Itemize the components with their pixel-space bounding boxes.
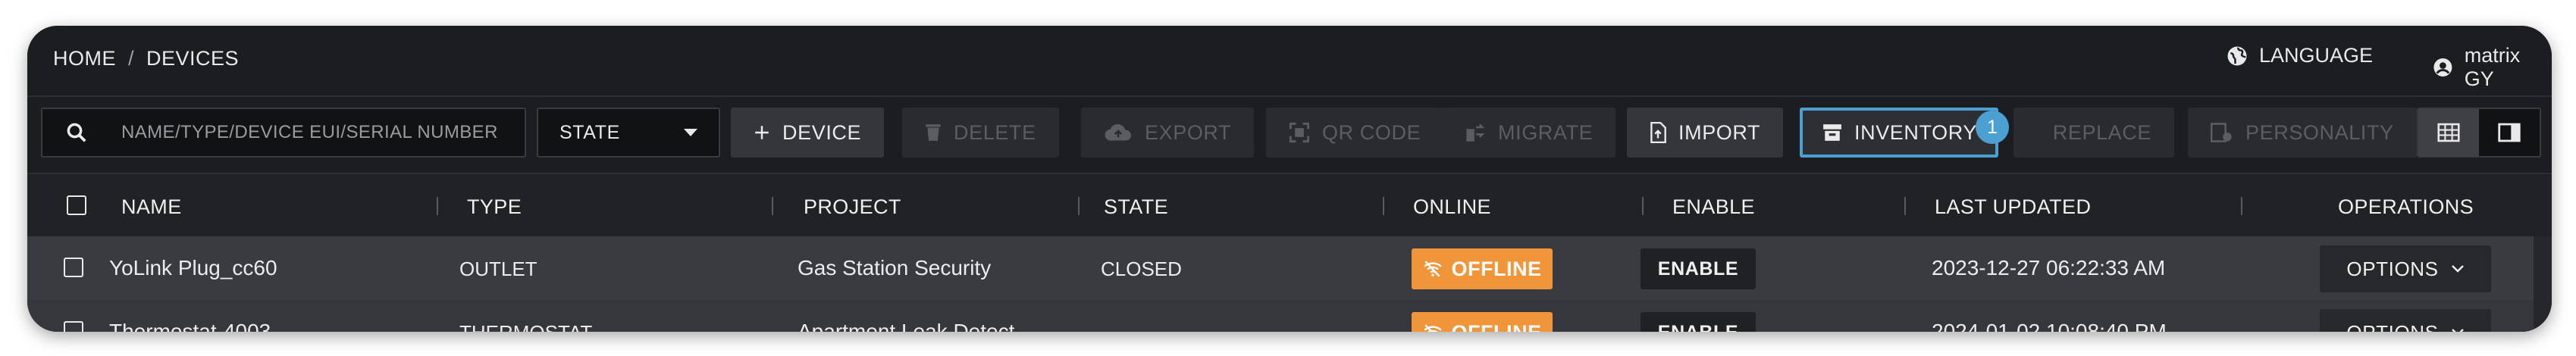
online-status-badge: OFFLINE	[1412, 312, 1553, 332]
options-dropdown[interactable]: OPTIONS	[2320, 309, 2491, 332]
migrate-label: MIGRATE	[1498, 120, 1594, 144]
globe-icon	[2227, 46, 2247, 65]
vertical-scrollbar[interactable]	[2534, 236, 2552, 332]
user-menu[interactable]: matrix GY	[2432, 44, 2552, 91]
top-bar: HOME / DEVICES LANGUAGE matrix GY	[27, 26, 2552, 97]
replace-button[interactable]: REPLACE	[2013, 108, 2174, 158]
inventory-button[interactable]: INVENTORY	[1800, 108, 1998, 158]
column-header-state[interactable]: STATE	[1104, 195, 1168, 219]
table-row[interactable]: Thermostat-4003 THERMOSTAT Apartment Lea…	[27, 300, 2534, 332]
chevron-down-icon	[2451, 265, 2464, 273]
toolbar: NAME/TYPE/DEVICE EUI/SERIAL NUMBER STATE…	[27, 108, 2552, 159]
table-row[interactable]: YoLink Plug_cc60 OUTLET Gas Station Secu…	[27, 236, 2534, 301]
column-header-last-updated[interactable]: LAST UPDATED	[1935, 195, 2091, 219]
wifi-off-icon	[1423, 324, 1442, 332]
column-resizer[interactable]	[437, 197, 438, 215]
breadcrumb: HOME / DEVICES	[53, 47, 239, 70]
language-button[interactable]: LANGUAGE	[2226, 44, 2373, 67]
table-view-icon	[2437, 123, 2460, 142]
cloud-upload-icon	[1104, 123, 1133, 142]
search-placeholder: NAME/TYPE/DEVICE EUI/SERIAL NUMBER	[121, 122, 498, 142]
plus-icon	[754, 124, 770, 141]
options-label: OPTIONS	[2346, 257, 2439, 280]
step-badge: 1	[1976, 111, 2009, 144]
user-name: matrix GY	[2464, 44, 2521, 90]
delete-button[interactable]: DELETE	[902, 108, 1059, 158]
qr-code-button[interactable]: QR CODE	[1266, 108, 1444, 158]
column-resizer[interactable]	[1642, 197, 1644, 215]
device-type: THERMOSTAT	[459, 321, 592, 332]
online-status-label: OFFLINE	[1451, 257, 1542, 280]
device-project: Apartment Leak Detect	[798, 320, 1015, 332]
view-toggle	[2417, 108, 2541, 158]
online-status-label: OFFLINE	[1452, 321, 1542, 333]
chevron-down-icon	[684, 129, 697, 136]
export-button[interactable]: EXPORT	[1081, 108, 1255, 158]
column-resizer[interactable]	[772, 197, 773, 215]
device-settings-icon	[2211, 122, 2233, 143]
table-view-button[interactable]	[2418, 109, 2479, 156]
enable-button[interactable]: ENABLE	[1641, 312, 1756, 332]
table-header: NAME TYPE PROJECT STATE ONLINE ENABLE LA…	[27, 173, 2552, 239]
state-select-label: STATE	[559, 121, 620, 143]
breadcrumb-separator: /	[128, 47, 135, 70]
panel-view-button[interactable]	[2479, 109, 2540, 156]
state-select[interactable]: STATE	[537, 108, 720, 158]
column-resizer[interactable]	[1904, 197, 1906, 215]
archive-icon	[1822, 123, 1842, 142]
trash-icon	[925, 123, 942, 142]
column-header-project[interactable]: PROJECT	[804, 195, 901, 219]
options-label: OPTIONS	[2346, 321, 2438, 333]
add-device-label: DEVICE	[782, 120, 862, 144]
inventory-label: INVENTORY	[1854, 120, 1977, 144]
replace-label: REPLACE	[2052, 120, 2151, 144]
migrate-button[interactable]: MIGRATE	[1442, 108, 1616, 158]
column-header-enable[interactable]: ENABLE	[1672, 195, 1755, 219]
select-all-checkbox[interactable]	[67, 195, 86, 215]
column-resizer[interactable]	[1078, 197, 1080, 215]
device-state: CLOSED	[1101, 258, 1182, 280]
last-updated: 2024-01-02 10:08:40 PM	[1932, 320, 2167, 332]
device-name[interactable]: Thermostat-4003	[109, 320, 271, 332]
language-label: LANGUAGE	[2259, 44, 2374, 67]
search-icon	[67, 123, 86, 142]
options-dropdown[interactable]: OPTIONS	[2320, 245, 2491, 292]
migrate-icon	[1465, 122, 1486, 143]
personality-button[interactable]: PERSONALITY	[2188, 108, 2417, 158]
row-checkbox[interactable]	[64, 321, 83, 332]
search-input[interactable]: NAME/TYPE/DEVICE EUI/SERIAL NUMBER	[41, 108, 526, 158]
device-name[interactable]: YoLink Plug_cc60	[109, 256, 277, 280]
column-resizer[interactable]	[2241, 197, 2242, 215]
online-status-badge: OFFLINE	[1412, 248, 1553, 289]
delete-label: DELETE	[954, 120, 1036, 144]
wifi-off-icon	[1423, 261, 1442, 277]
qr-scan-icon	[1289, 122, 1310, 143]
export-label: EXPORT	[1145, 120, 1232, 144]
account-icon	[2433, 58, 2452, 77]
enable-button[interactable]: ENABLE	[1641, 248, 1756, 289]
personality-label: PERSONALITY	[2245, 120, 2394, 144]
file-import-icon	[1650, 122, 1666, 143]
device-type: OUTLET	[459, 258, 537, 280]
app-window: HOME / DEVICES LANGUAGE matrix GY NAME/TYP…	[27, 26, 2552, 332]
qr-code-label: QR CODE	[1322, 120, 1421, 144]
column-header-operations: OPERATIONS	[2338, 195, 2474, 218]
breadcrumb-home[interactable]: HOME	[53, 47, 116, 70]
last-updated: 2023-12-27 06:22:33 AM	[1932, 256, 2166, 279]
column-header-type[interactable]: TYPE	[467, 195, 522, 219]
breadcrumb-current: DEVICES	[146, 47, 240, 70]
import-label: IMPORT	[1678, 120, 1761, 144]
add-device-button[interactable]: DEVICE	[731, 108, 885, 158]
panel-view-icon	[2498, 123, 2521, 142]
row-checkbox[interactable]	[64, 258, 83, 277]
column-resizer[interactable]	[1383, 197, 1384, 215]
column-header-name[interactable]: NAME	[121, 195, 182, 219]
import-button[interactable]: IMPORT	[1627, 108, 1784, 158]
column-header-online[interactable]: ONLINE	[1413, 195, 1491, 219]
chevron-down-icon	[2451, 329, 2464, 332]
device-project: Gas Station Security	[798, 256, 992, 279]
